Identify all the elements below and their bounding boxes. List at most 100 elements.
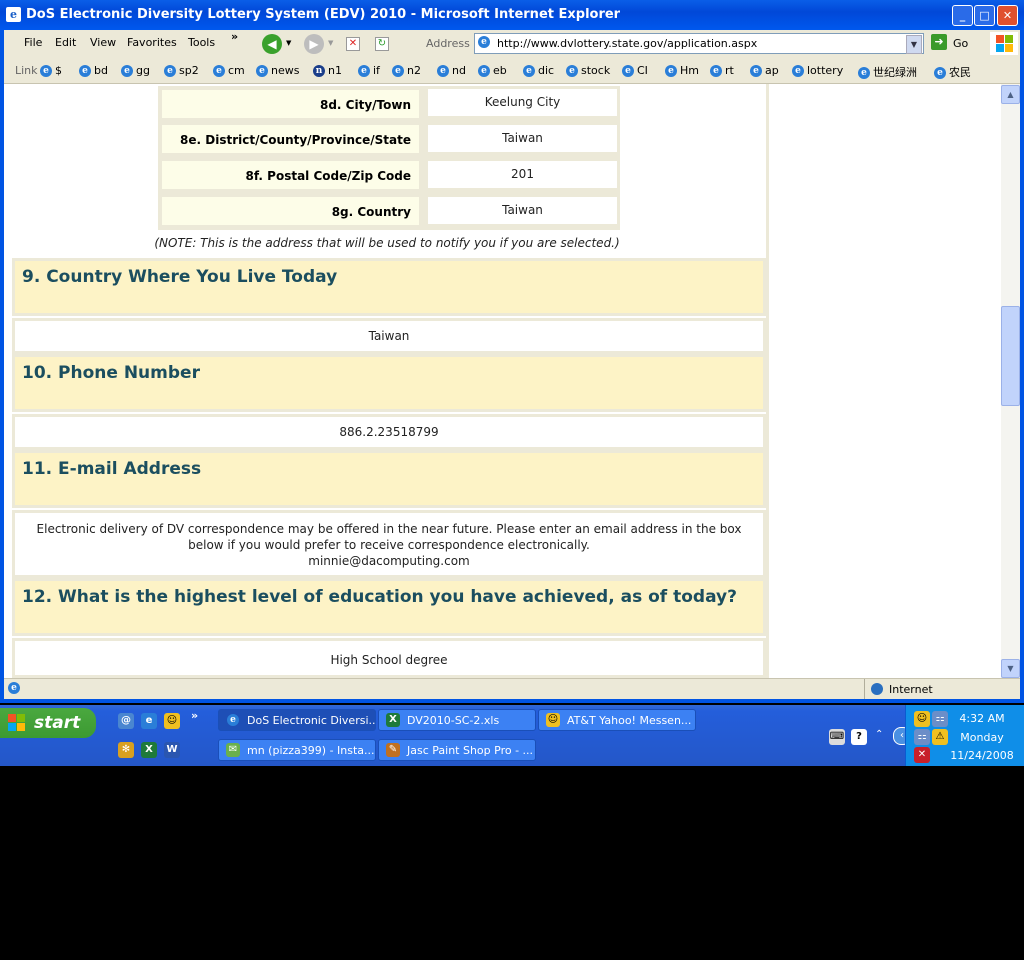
start-button[interactable]: start	[0, 708, 96, 738]
keyboard-icon[interactable]: ⌨	[829, 729, 845, 745]
yahoo-tray-icon[interactable]: ☺	[914, 711, 930, 727]
ie-link-icon: e	[256, 65, 268, 77]
address-bar[interactable]: e http://www.dvlottery.state.gov/applica…	[474, 33, 924, 54]
back-arrow-icon[interactable]: ◀	[262, 34, 282, 54]
security-shield-icon[interactable]: ✕	[914, 747, 930, 763]
maximize-button[interactable]: □	[974, 5, 995, 26]
menu-tools[interactable]: Tools	[188, 36, 215, 49]
value-city: Keelung City	[425, 86, 620, 119]
word-icon[interactable]: W	[164, 742, 180, 758]
excel-icon[interactable]: X	[141, 742, 157, 758]
link-item[interactable]: e news	[256, 64, 299, 77]
answer-education: High School degree	[12, 638, 766, 678]
go-button[interactable]: Go	[953, 37, 968, 50]
msn-icon[interactable]: ✻	[118, 742, 134, 758]
network-2-icon[interactable]: ⚏	[914, 729, 930, 745]
ie-link-icon: e	[164, 65, 176, 77]
question-12-heading: 12. What is the highest level of educati…	[12, 578, 766, 636]
menu-edit[interactable]: Edit	[55, 36, 76, 49]
link-item[interactable]: e n2	[392, 64, 421, 77]
link-item[interactable]: e Hm	[665, 64, 699, 77]
yahoo-messenger-icon[interactable]: ☺	[164, 713, 180, 729]
value-postal-code: 201	[425, 158, 620, 191]
value-country: Taiwan	[425, 194, 620, 227]
link-item[interactable]: e 世纪绿洲	[858, 64, 917, 80]
label-city: 8d. City/Town	[161, 89, 420, 119]
ie-link-icon: e	[478, 65, 490, 77]
task-instant-message[interactable]: ✉ mn (pizza399) - Insta...	[218, 739, 376, 761]
link-item[interactable]: e nd	[437, 64, 466, 77]
outlook-express-icon[interactable]: @	[118, 713, 134, 729]
help-icon[interactable]: ?	[851, 729, 867, 745]
refresh-icon[interactable]: ↻	[375, 37, 389, 51]
link-item[interactable]: e CI	[622, 64, 648, 77]
ie-link-icon: e	[566, 65, 578, 77]
address-note: (NOTE: This is the address that will be …	[154, 236, 620, 250]
status-bar: e Internet	[4, 678, 1020, 699]
back-dropdown-icon[interactable]: ▼	[286, 39, 291, 47]
answer-country-live: Taiwan	[12, 318, 766, 354]
links-bar: Link e $ e bd e gg e sp2 e cm e news n n1 e if e…	[4, 57, 1020, 84]
address-dropdown-icon[interactable]: ▼	[906, 35, 922, 54]
link-item[interactable]: e gg	[121, 64, 150, 77]
internet-explorer-icon[interactable]: e	[141, 713, 157, 729]
clock-time[interactable]: 4:32 AM	[942, 712, 1022, 725]
ie-page-icon: e	[6, 7, 21, 22]
link-item[interactable]: e bd	[79, 64, 108, 77]
link-item[interactable]: n n1	[313, 64, 342, 77]
vertical-scrollbar[interactable]: ▲ ▼	[1001, 84, 1020, 678]
menu-view[interactable]: View	[90, 36, 116, 49]
title-bar[interactable]: e DoS Electronic Diversity Lottery Syste…	[0, 0, 1024, 30]
ie-page-icon: e	[478, 36, 490, 48]
forward-dropdown-icon[interactable]: ▼	[328, 39, 333, 47]
link-item[interactable]: e dic	[523, 64, 554, 77]
scroll-up-icon[interactable]: ▲	[1001, 85, 1020, 104]
clock-date: 11/24/2008	[950, 749, 1014, 762]
ie-link-icon: e	[392, 65, 404, 77]
go-arrow-icon[interactable]: ➜	[931, 34, 947, 50]
email-info-text: Electronic delivery of DV correspondence…	[36, 522, 742, 552]
system-tray: ☺ ⚏ ⚏ ⚠ ✕ 4:32 AM Monday 11/24/2008	[905, 705, 1024, 766]
forward-arrow-icon[interactable]: ▶	[304, 34, 324, 54]
close-button[interactable]: ✕	[997, 5, 1018, 26]
address-url[interactable]: http://www.dvlottery.state.gov/applicati…	[497, 37, 757, 50]
label-district: 8e. District/County/Province/State	[161, 124, 420, 154]
stop-icon[interactable]: ✕	[346, 37, 360, 51]
link-item[interactable]: e eb	[478, 64, 507, 77]
taskbar: start @ e ☺ » ✻ X W e DoS Electronic Div…	[0, 705, 1024, 766]
link-item[interactable]: e cm	[213, 64, 245, 77]
internet-globe-icon	[871, 683, 883, 695]
window-title: DoS Electronic Diversity Lottery System …	[26, 7, 621, 22]
task-yahoo-messenger[interactable]: ☺ AT&T Yahoo! Messen...	[538, 709, 696, 731]
quick-launch-more-icon[interactable]: »	[191, 709, 198, 722]
chat-task-icon: ✉	[226, 743, 240, 757]
yahoo-task-icon: ☺	[546, 713, 560, 727]
ie-link-icon: e	[792, 65, 804, 77]
ie-link-icon: e	[750, 65, 762, 77]
menu-more-chevron-icon[interactable]: »	[231, 30, 238, 43]
link-item[interactable]: e sp2	[164, 64, 199, 77]
task-paint-shop-pro[interactable]: ✎ Jasc Paint Shop Pro - ...	[378, 739, 536, 761]
link-item[interactable]: e stock	[566, 64, 610, 77]
scroll-down-icon[interactable]: ▼	[1001, 659, 1020, 678]
page-status-icon: e	[8, 682, 20, 694]
question-9-heading: 9. Country Where You Live Today	[12, 258, 766, 316]
tray-more-icon[interactable]: ⌃	[875, 729, 883, 740]
excel-task-icon: X	[386, 713, 400, 727]
link-item[interactable]: e $	[40, 64, 62, 77]
scroll-thumb[interactable]	[1001, 306, 1020, 406]
minimize-button[interactable]: _	[952, 5, 973, 26]
menu-toolbar: File Edit View Favorites Tools » ◀ ▼ ▶ ▼…	[4, 30, 1020, 58]
link-item[interactable]: e rt	[710, 64, 734, 77]
clock-day: Monday	[960, 731, 1004, 744]
task-excel-file[interactable]: X DV2010-SC-2.xls	[378, 709, 536, 731]
ie-link-icon: e	[437, 65, 449, 77]
task-ie-window[interactable]: e DoS Electronic Diversi...	[218, 709, 376, 731]
link-item[interactable]: e 农民	[934, 64, 971, 80]
link-item[interactable]: e if	[358, 64, 380, 77]
ie-task-icon: e	[227, 714, 239, 726]
menu-file[interactable]: File	[24, 36, 42, 49]
menu-favorites[interactable]: Favorites	[127, 36, 177, 49]
link-item[interactable]: e ap	[750, 64, 779, 77]
link-item[interactable]: e lottery	[792, 64, 843, 77]
